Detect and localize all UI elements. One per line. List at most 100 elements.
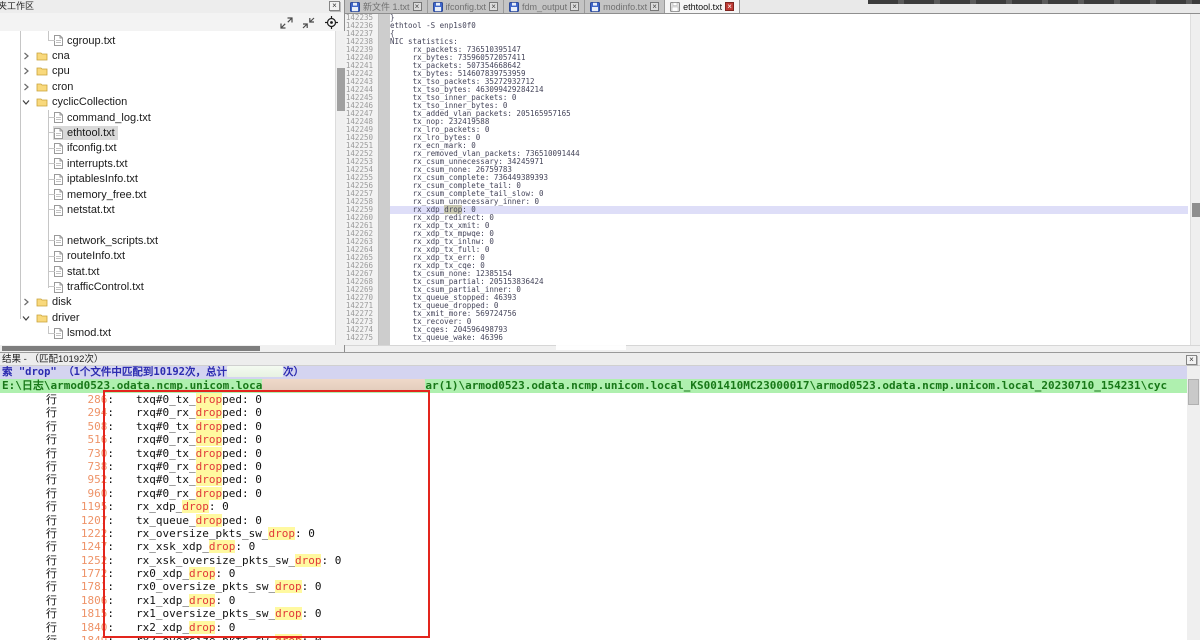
result-line-number: 1247: [81, 540, 108, 553]
tree-item-cyclicCollection[interactable]: cyclicCollection: [0, 95, 335, 110]
file-icon: [54, 143, 63, 154]
file-path-suffix: ar(1)\armod0523.odata.ncmp.unicom.local_…: [425, 379, 1167, 392]
tab-close-icon[interactable]: ×: [413, 2, 422, 11]
workspace-horizontal-scrollbar[interactable]: [0, 345, 344, 352]
tree-item-cgroup-txt[interactable]: cgroup.txt: [0, 33, 335, 48]
tab-fdm_output[interactable]: fdm_output×: [504, 0, 585, 13]
floppy-save-icon: [350, 2, 360, 12]
match-highlight: drop: [209, 540, 236, 553]
fold-margin: [378, 14, 390, 345]
chevron-down-icon: [22, 98, 30, 106]
result-line-number-col: 1840:: [62, 621, 114, 634]
results-search-line[interactable]: 索 "drop" （1个文件中匹配到10192次，总计次）: [0, 366, 1187, 379]
editor-line: tx_queue_wake: 46396: [390, 334, 1188, 342]
tree-item-disk[interactable]: disk: [0, 295, 335, 310]
result-row-line-1806[interactable]: 行1806:rx1_xdp_drop: 0: [0, 594, 1187, 607]
results-scrollbar[interactable]: [1187, 366, 1200, 640]
match-highlight: drop: [196, 473, 223, 486]
result-row-line-508[interactable]: 行508:txq#0_tx_dropped: 0: [0, 420, 1187, 433]
result-match-text: rx_oversize_pkts_sw_drop: 0: [136, 527, 315, 540]
result-row-line-1195[interactable]: 行1195:rx_xdp_drop: 0: [0, 500, 1187, 513]
result-row-line-1815[interactable]: 行1815:rx1_oversize_pkts_sw_drop: 0: [0, 607, 1187, 620]
tree-item-label: memory_free.txt: [67, 189, 146, 201]
result-row-line-294[interactable]: 行294:rxq#0_rx_dropped: 0: [0, 406, 1187, 419]
result-row-line-960[interactable]: 行960:rxq#0_rx_dropped: 0: [0, 487, 1187, 500]
tree-item-lsmod-txt[interactable]: lsmod.txt: [0, 326, 335, 341]
workspace-toolbar: [0, 13, 344, 31]
tree-item-netstat-txt[interactable]: netstat.txt: [0, 202, 335, 217]
tab-close-icon[interactable]: ×: [650, 2, 659, 11]
scrollbar-thumb[interactable]: [337, 68, 345, 111]
line-label: 行: [46, 420, 62, 433]
result-row-line-1840[interactable]: 行1840:rx2_xdp_drop: 0: [0, 621, 1187, 634]
scrollbar-thumb[interactable]: [2, 346, 260, 351]
result-line-number-col: 294:: [62, 406, 114, 419]
tree-item-interrupts-txt[interactable]: interrupts.txt: [0, 156, 335, 171]
scrollbar-thumb[interactable]: [1192, 203, 1200, 217]
editor-text-area[interactable]: }ethtool -S enp1s0f0{NIC statistics: rx_…: [390, 14, 1188, 345]
tab-ethtool.txt[interactable]: ethtool.txt×: [665, 0, 740, 13]
floppy-save-icon: [670, 2, 680, 12]
chevron-right-icon: [22, 52, 30, 60]
result-line-number-col: 1247:: [62, 540, 114, 553]
chevron-right-icon: [22, 83, 30, 91]
workspace-vertical-scrollbar[interactable]: [335, 31, 345, 345]
result-match-text: tx_queue_dropped: 0: [136, 514, 262, 527]
results-close-button[interactable]: ×: [1186, 355, 1197, 365]
result-line-number: 1849: [81, 634, 108, 640]
result-row-line-1207[interactable]: 行1207:tx_queue_dropped: 0: [0, 514, 1187, 527]
tree-item-cna[interactable]: cna: [0, 48, 335, 63]
tree-item-routeInfo-txt[interactable]: routeInfo.txt: [0, 249, 335, 264]
tree-item-stat-txt[interactable]: stat.txt: [0, 264, 335, 279]
tree-item-ifconfig-txt[interactable]: ifconfig.txt: [0, 141, 335, 156]
tab-modinfo.txt[interactable]: modinfo.txt×: [585, 0, 665, 13]
tree-item-network_scripts-txt[interactable]: network_scripts.txt: [0, 233, 335, 248]
result-row-line-516[interactable]: 行516:rxq#0_rx_dropped: 0: [0, 433, 1187, 446]
tree-item-cron[interactable]: cron: [0, 79, 335, 94]
folder-icon: [36, 66, 48, 76]
editor-horizontal-scrollbar[interactable]: [345, 345, 1200, 352]
result-row-line-1849[interactable]: 行1849:rx2_oversize_pkts_sw_drop: 0: [0, 634, 1187, 640]
result-row-line-1252[interactable]: 行1252:rx_xsk_oversize_pkts_sw_drop: 0: [0, 554, 1187, 567]
redaction-blob-search: [227, 366, 283, 377]
result-row-line-952[interactable]: 行952:txq#0_tx_dropped: 0: [0, 473, 1187, 486]
tree-item-cpu[interactable]: cpu: [0, 64, 335, 79]
result-row-line-1781[interactable]: 行1781:rx0_oversize_pkts_sw_drop: 0: [0, 580, 1187, 593]
floppy-save-icon: [433, 2, 443, 12]
result-line-number-col: 1195:: [62, 500, 114, 513]
workspace-close-button[interactable]: ×: [329, 1, 340, 11]
match-highlight: drop: [275, 580, 302, 593]
match-highlight: drop: [196, 447, 223, 460]
editor-vertical-scrollbar[interactable]: [1190, 14, 1200, 345]
file-icon: [54, 251, 63, 262]
tree-item-label: command_log.txt: [67, 112, 151, 124]
editor-line: rx_lro_bytes: 0: [390, 134, 1188, 142]
chevron-right-icon: [22, 67, 30, 75]
match-highlight: drop: [182, 500, 209, 513]
results-file-path[interactable]: E:\日志\armod0523.odata.ncmp.unicom.locaar…: [0, 379, 1187, 393]
tree-item-ethtool-txt[interactable]: ethtool.txt: [0, 125, 335, 140]
tree-item-iptablesInfo-txt[interactable]: iptablesInfo.txt: [0, 172, 335, 187]
tree-item-memory_free-txt[interactable]: memory_free.txt: [0, 187, 335, 202]
tree-item-driver[interactable]: driver: [0, 310, 335, 325]
line-label: 行: [46, 580, 62, 593]
tree-item-command_log-txt[interactable]: command_log.txt: [0, 110, 335, 125]
result-row-line-1222[interactable]: 行1222:rx_oversize_pkts_sw_drop: 0: [0, 527, 1187, 540]
editor-line: rx_xdp_redirect: 0: [390, 214, 1188, 222]
result-row-line-738[interactable]: 行738:rxq#0_rx_dropped: 0: [0, 460, 1187, 473]
tree-item-trafficControl-txt[interactable]: trafficControl.txt: [0, 279, 335, 294]
tab-close-icon[interactable]: ×: [570, 2, 579, 11]
file-icon: [54, 174, 63, 185]
tab-close-icon[interactable]: ×: [725, 2, 734, 11]
editor-line: tx_nop: 232419588: [390, 118, 1188, 126]
result-row-line-730[interactable]: 行730:txq#0_tx_dropped: 0: [0, 447, 1187, 460]
tab-close-icon[interactable]: ×: [489, 2, 498, 11]
result-row-line-1247[interactable]: 行1247:rx_xsk_xdp_drop: 0: [0, 540, 1187, 553]
tab-新文件-1.txt[interactable]: 新文件 1.txt×: [345, 0, 428, 13]
result-row-line-1772[interactable]: 行1772:rx0_xdp_drop: 0: [0, 567, 1187, 580]
result-row-line-286[interactable]: 行286:txq#0_tx_dropped: 0: [0, 393, 1187, 406]
scrollbar-thumb[interactable]: [1188, 379, 1199, 405]
tree-item-label: interrupts.txt: [67, 158, 128, 170]
tab-ifconfig.txt[interactable]: ifconfig.txt×: [428, 0, 505, 13]
file-icon: [54, 128, 63, 139]
